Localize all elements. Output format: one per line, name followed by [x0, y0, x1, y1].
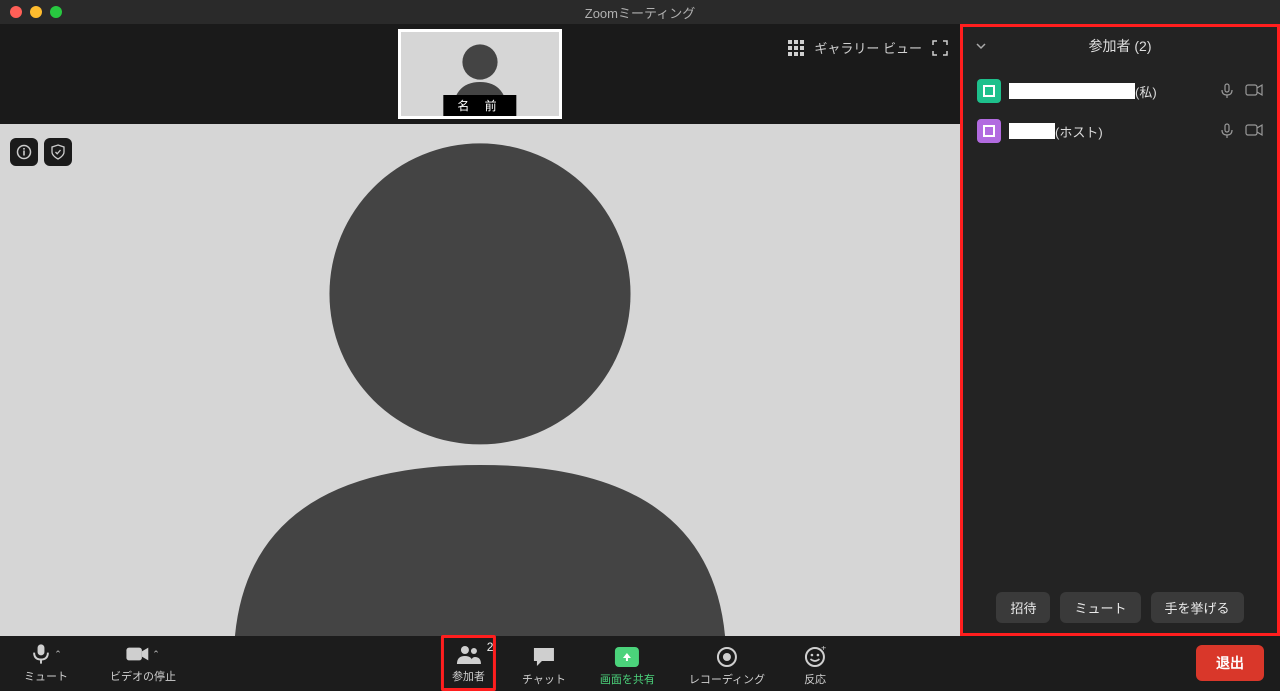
participants-icon: [455, 644, 481, 664]
participants-panel-title: 参加者 (2): [1089, 36, 1152, 56]
record-button[interactable]: レコーディング: [681, 641, 773, 691]
chevron-down-icon[interactable]: [975, 40, 987, 52]
stop-video-button[interactable]: ⌃ ビデオの停止: [102, 638, 184, 688]
participant-row[interactable]: (私): [963, 71, 1277, 111]
reactions-label: 反応: [804, 671, 826, 687]
participants-label: 参加者: [452, 668, 485, 684]
share-screen-button[interactable]: 画面を共有: [592, 641, 663, 691]
chat-bubble-icon: [532, 646, 556, 668]
window-title: Zoomミーティング: [0, 3, 1280, 22]
meeting-toolbar: ⌃ ミュート ⌃ ビデオの停止 2 参加者 チャット: [0, 636, 1280, 690]
avatar-placeholder-large-icon: [200, 124, 760, 636]
participant-avatar: [977, 119, 1001, 143]
camera-icon: [1245, 123, 1263, 139]
participants-count-badge: 2: [487, 640, 494, 654]
titlebar: Zoomミーティング: [0, 0, 1280, 24]
video-options-chevron-icon[interactable]: ⌃: [152, 649, 160, 660]
share-screen-icon: [615, 647, 639, 667]
participant-tag: (私): [1135, 82, 1157, 101]
info-icon[interactable]: [10, 138, 38, 166]
participant-row[interactable]: (ホスト): [963, 111, 1277, 151]
main-video-area: 名 前 ギャラリー ビュー: [0, 24, 960, 636]
leave-meeting-button[interactable]: 退出: [1196, 645, 1264, 681]
smiley-icon: +: [804, 646, 826, 668]
mute-button[interactable]: ⌃ ミュート: [16, 638, 76, 688]
gallery-view-button[interactable]: ギャラリー ビュー: [814, 38, 922, 57]
video-camera-icon: [126, 645, 150, 663]
microphone-icon: [1219, 123, 1235, 139]
audio-options-chevron-icon[interactable]: ⌃: [54, 649, 62, 660]
participant-name-redacted: [1009, 83, 1135, 99]
fullscreen-icon[interactable]: [932, 40, 948, 56]
record-icon: [716, 646, 738, 668]
mute-label: ミュート: [24, 668, 68, 684]
participant-avatar: [977, 79, 1001, 103]
participants-button[interactable]: 2 参加者: [441, 635, 496, 691]
share-screen-label: 画面を共有: [600, 671, 655, 687]
microphone-icon: [1219, 83, 1235, 99]
encryption-shield-icon[interactable]: [44, 138, 72, 166]
participants-list: (私) (ホスト): [963, 65, 1277, 582]
thumbnail-name-label: 名 前: [443, 95, 516, 116]
chat-label: チャット: [522, 671, 566, 687]
participants-panel: 参加者 (2) (私): [960, 24, 1280, 636]
participants-panel-footer: 招待 ミュート 手を挙げる: [963, 582, 1277, 633]
chat-button[interactable]: チャット: [514, 641, 574, 691]
gallery-grid-icon[interactable]: [788, 40, 804, 56]
mute-all-button[interactable]: ミュート: [1060, 592, 1140, 623]
raise-hand-button[interactable]: 手を挙げる: [1151, 592, 1244, 623]
stop-video-label: ビデオの停止: [110, 668, 176, 684]
microphone-icon: [30, 643, 52, 665]
participant-name-redacted: [1009, 123, 1055, 139]
participant-tag: (ホスト): [1055, 122, 1103, 141]
camera-icon: [1245, 83, 1263, 99]
svg-text:+: +: [821, 646, 826, 653]
reactions-button[interactable]: + 反応: [791, 641, 839, 691]
active-speaker-area: [0, 124, 960, 636]
participants-panel-header: 参加者 (2): [963, 27, 1277, 65]
self-video-thumbnail[interactable]: 名 前: [398, 29, 562, 119]
record-label: レコーディング: [689, 671, 765, 687]
invite-button[interactable]: 招待: [996, 592, 1050, 623]
